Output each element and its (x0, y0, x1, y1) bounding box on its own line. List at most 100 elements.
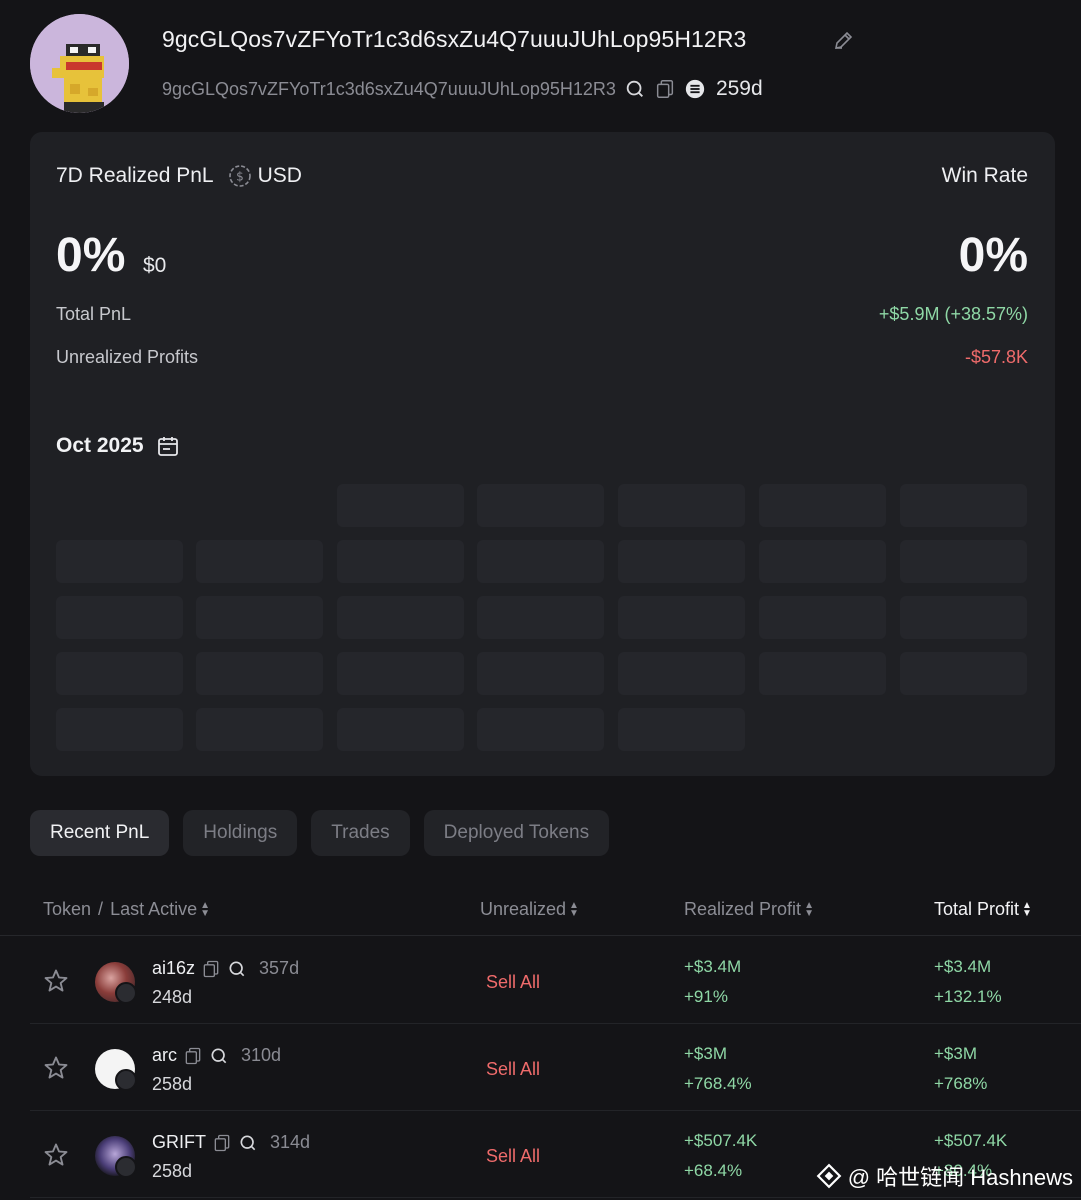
token-age: 357d (259, 958, 300, 978)
realized-profit: +$3M (684, 1044, 727, 1063)
calendar-day-cell (56, 652, 183, 695)
search-icon[interactable] (624, 78, 646, 100)
star-icon[interactable] (42, 1141, 70, 1169)
calendar-day-cell (477, 484, 604, 527)
sort-icon: ▲ ▼ (569, 899, 579, 919)
copy-icon[interactable] (212, 1133, 232, 1153)
svg-text:$: $ (236, 170, 244, 184)
calendar-day-cell (337, 596, 464, 639)
total-profit: +$507.4K (934, 1131, 1008, 1150)
realized-percent: +768.4% (684, 1074, 752, 1093)
token-name[interactable]: GRIFT 314d (152, 1132, 310, 1153)
calendar-day-cell (477, 708, 604, 751)
header-last-active: Last Active (110, 899, 198, 919)
wallet-age: 259d (715, 77, 763, 100)
copy-icon[interactable] (201, 959, 221, 979)
wallet-name: 9gcGLQos7vZFYoTr1c3d6sxZu4Q7uuuJUhLop95H… (162, 26, 747, 52)
token-name[interactable]: arc 310d (152, 1045, 281, 1066)
header-realized-profit[interactable]: Realized Profit ▲ ▼ (684, 899, 814, 920)
currency-label: USD (257, 164, 302, 187)
calendar-day-cell (900, 652, 1027, 695)
win-rate-label: Win Rate (941, 164, 1028, 187)
solana-icon (685, 79, 705, 99)
calendar-day-cell (477, 596, 604, 639)
calendar-day-cell (196, 652, 323, 695)
realized-profit: +$507.4K (684, 1131, 758, 1150)
calendar-day-cell (477, 652, 604, 695)
search-icon[interactable] (227, 959, 247, 979)
calendar-day-cell (759, 484, 886, 527)
calendar-day-cell (56, 540, 183, 583)
calendar-day-cell (196, 708, 323, 751)
pnl-usd: $0 (143, 254, 167, 277)
currency-toggle[interactable]: $ USD (228, 164, 302, 188)
pnl-label: 7D Realized PnL (56, 164, 214, 187)
sell-all-button[interactable]: Sell All (486, 972, 540, 993)
token-symbol[interactable]: GRIFT (152, 1132, 206, 1153)
star-icon[interactable] (42, 1054, 70, 1082)
realized-profit: +$3.4M (684, 957, 742, 976)
sort-icon: ▲ ▼ (804, 899, 814, 919)
tab-deployed-tokens[interactable]: Deployed Tokens (423, 810, 610, 856)
token-age: 310d (241, 1045, 282, 1065)
calendar-day-cell (900, 596, 1027, 639)
copy-icon[interactable] (183, 1046, 203, 1066)
sell-all-button[interactable]: Sell All (486, 1146, 540, 1167)
search-icon[interactable] (209, 1046, 229, 1066)
edit-icon[interactable] (832, 28, 856, 52)
sell-all-button[interactable]: Sell All (486, 1059, 540, 1080)
watermark: @ 哈世链闻 Hashnews (816, 1160, 1073, 1192)
sort-icon: ▲ ▼ (200, 899, 211, 919)
frog-avatar-icon (30, 14, 129, 113)
calendar-icon[interactable] (156, 434, 180, 458)
win-rate-value: 0% (958, 229, 1028, 282)
copy-icon[interactable] (654, 78, 676, 100)
total-profit: +$3M (934, 1044, 977, 1063)
table-row[interactable]: arc 310d 258d Sell All +$3M +768.4% +$3M… (30, 1025, 1081, 1111)
calendar-day-cell (759, 652, 886, 695)
realized-percent: +91% (684, 987, 728, 1006)
calendar-day-cell (337, 484, 464, 527)
calendar-day-cell (56, 596, 183, 639)
wallet-header: 9gcGLQos7vZFYoTr1c3d6sxZu4Q7uuuJUhLop95H… (30, 12, 1050, 117)
total-pnl-value: +$5.9M (+38.57%) (878, 304, 1028, 324)
last-active: 258d (152, 1074, 193, 1094)
address-row: 9gcGLQos7vZFYoTr1c3d6sxZu4Q7uuuJUhLop95H… (162, 76, 763, 102)
token-age: 314d (270, 1132, 311, 1152)
token-name[interactable]: ai16z 357d (152, 958, 299, 979)
tab-holdings[interactable]: Holdings (183, 810, 298, 856)
search-icon[interactable] (238, 1133, 258, 1153)
table-header: Token / Last Active ▲ ▼ Unrealized ▲ ▼ Rea… (0, 890, 1081, 936)
table-row[interactable]: ai16z 357d 248d Sell All +$3.4M +91% +$3… (30, 938, 1081, 1024)
tab-trades[interactable]: Trades (311, 810, 410, 856)
tab-bar: Recent PnL Holdings Trades Deployed Toke… (30, 810, 610, 856)
calendar-day-cell (759, 540, 886, 583)
watermark-text: @ 哈世链闻 Hashnews (847, 1165, 1073, 1190)
header-token-last-active[interactable]: Token / Last Active ▲ ▼ (43, 899, 210, 920)
header-token: Token (43, 899, 92, 919)
header-total-profit[interactable]: Total Profit ▲ ▼ (934, 899, 1032, 920)
pnl-header: 7D Realized PnL $ USD (56, 164, 302, 188)
last-active: 248d (152, 987, 193, 1007)
header-unrealized[interactable]: Unrealized ▲ ▼ (480, 899, 579, 920)
wallet-avatar (30, 14, 129, 113)
dollar-circle-icon: $ (228, 165, 251, 187)
tab-recent-pnl[interactable]: Recent PnL (30, 810, 170, 856)
calendar-day-cell (337, 708, 464, 751)
token-symbol[interactable]: arc (152, 1045, 177, 1066)
calendar-day-cell (56, 708, 183, 751)
token-symbol[interactable]: ai16z (152, 958, 195, 979)
star-icon[interactable] (42, 967, 70, 995)
stats-card: 7D Realized PnL $ USD Win Rate 0% $0 0% … (30, 132, 1055, 776)
solana-badge-icon (115, 1069, 137, 1091)
header-unrealized-label: Unrealized (480, 899, 567, 919)
pnl-percent: 0% (56, 229, 126, 282)
calendar-day-cell (900, 484, 1027, 527)
last-active: 258d (152, 1161, 193, 1181)
calendar-day-cell (196, 540, 323, 583)
total-profit: +$3.4M (934, 957, 992, 976)
month-selector[interactable]: Oct 2025 (56, 434, 180, 458)
calendar-day-cell (900, 540, 1027, 583)
calendar-day-cell (759, 596, 886, 639)
header-realized-label: Realized Profit (684, 899, 802, 919)
